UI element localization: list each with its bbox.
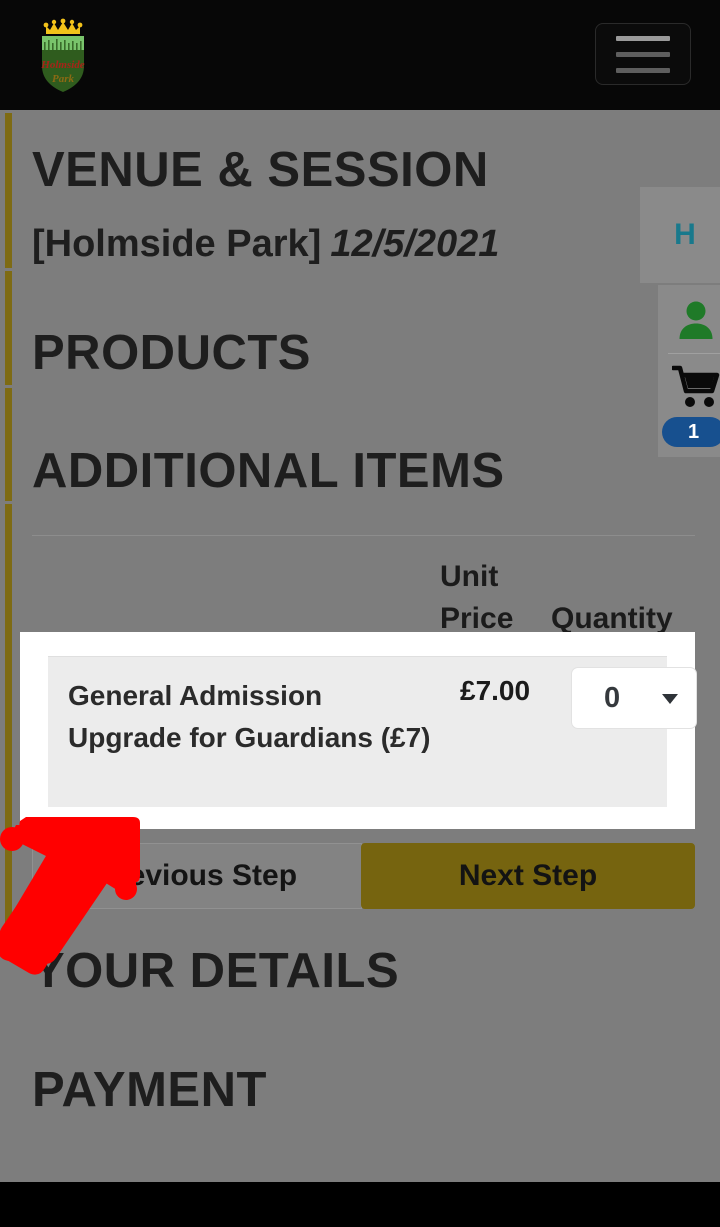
stripe-notch <box>0 385 17 388</box>
screenshot-root: VENUE & SESSION [Holmside Park] 12/5/2021… <box>0 0 720 1227</box>
page-bottom-bar <box>0 1182 720 1227</box>
section-heading-products[interactable]: PRODUCTS <box>32 325 311 381</box>
section-heading-payment[interactable]: PAYMENT <box>32 1062 267 1118</box>
previous-step-label: Previous Step <box>96 859 298 892</box>
section-heading-additional-items[interactable]: ADDITIONAL ITEMS <box>32 443 505 499</box>
holmside-park-logo[interactable]: Holmside Park <box>33 16 93 94</box>
language-selector-button[interactable]: H <box>640 187 720 283</box>
next-step-label: Next Step <box>458 859 598 892</box>
additional-items-table-header: Unit Price Quantity <box>0 556 720 635</box>
user-account-icon[interactable] <box>678 301 714 339</box>
cart-count-label: 1 <box>687 420 700 443</box>
quantity-select[interactable]: 0 <box>571 667 697 729</box>
hamburger-bar <box>616 35 670 41</box>
svg-text:Holmside: Holmside <box>40 59 85 71</box>
section-divider <box>32 535 695 536</box>
top-navigation-bar: Holmside Park <box>0 0 720 110</box>
stripe-notch <box>0 943 17 946</box>
section-heading-your-details[interactable]: YOUR DETAILS <box>32 943 399 999</box>
stripe-notch <box>0 831 17 834</box>
previous-step-button[interactable]: Previous Step <box>32 843 362 909</box>
table-row: General Admission Upgrade for Guardians … <box>48 656 697 807</box>
stripe-notch <box>0 501 17 504</box>
account-cart-widget: 1 <box>658 285 720 457</box>
left-accent-stripe <box>0 113 17 946</box>
svg-text:Park: Park <box>52 73 75 85</box>
section-heading-venue-session[interactable]: VENUE & SESSION <box>32 142 489 198</box>
product-name: General Admission Upgrade for Guardians … <box>68 680 431 753</box>
next-step-button[interactable]: Next Step <box>361 843 695 909</box>
venue-name: [Holmside Park] <box>32 223 322 265</box>
hamburger-bar <box>616 51 670 57</box>
hamburger-bar <box>616 67 670 73</box>
column-header-unit-price: Unit Price <box>440 560 514 635</box>
widget-divider <box>668 353 720 354</box>
quantity-value: 0 <box>604 682 621 714</box>
hamburger-menu-button[interactable] <box>595 23 691 85</box>
session-date: 12/5/2021 <box>330 223 500 265</box>
venue-session-value: [Holmside Park] 12/5/2021 <box>32 223 499 266</box>
cart-count-badge[interactable]: 1 <box>662 417 720 447</box>
highlight-overlay-band: General Admission Upgrade for Guardians … <box>20 632 697 829</box>
chevron-down-icon <box>662 694 678 704</box>
language-letter: H <box>674 218 696 251</box>
product-unit-price: £7.00 <box>460 675 531 706</box>
stripe-notch <box>0 268 17 271</box>
shopping-cart-icon[interactable] <box>672 365 720 409</box>
